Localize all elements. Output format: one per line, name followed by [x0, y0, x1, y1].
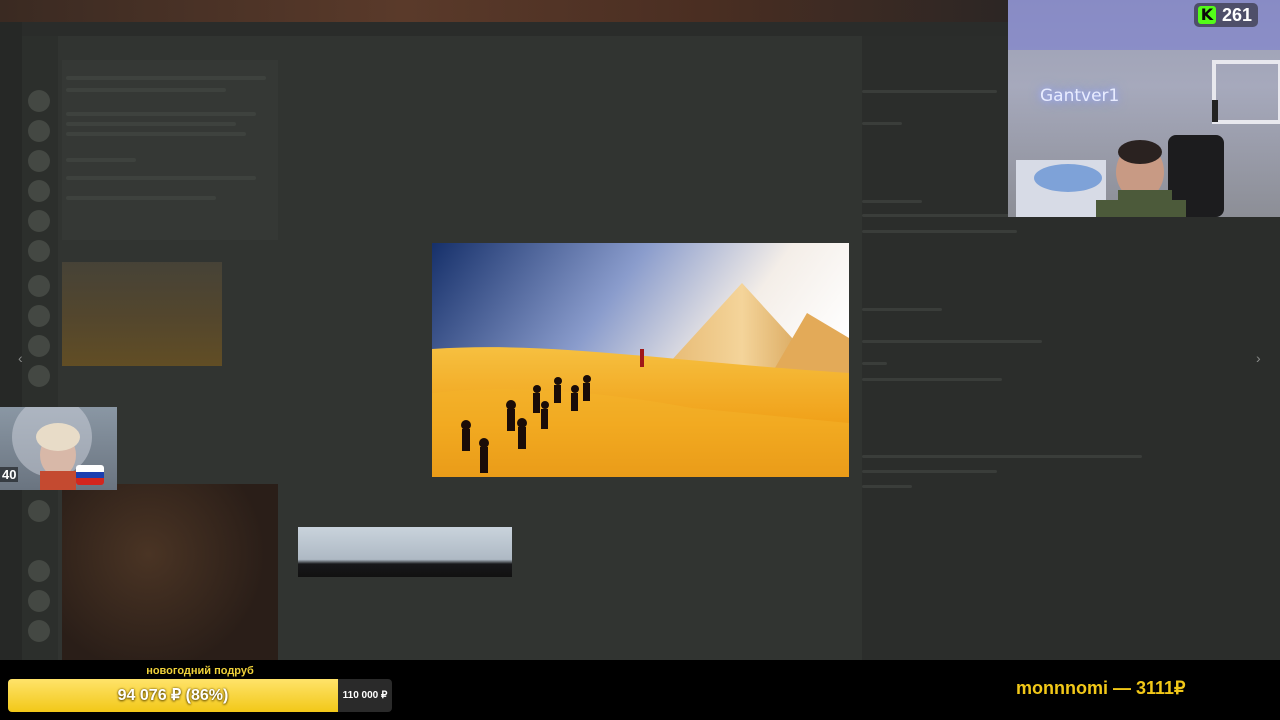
- comment-line: [862, 214, 1012, 217]
- donation-goal-current: 94 076 ₽ (86%): [117, 687, 229, 704]
- viewer-count: 261: [1222, 5, 1253, 25]
- feed-text-line: [66, 158, 136, 162]
- browser-top-strip: [0, 0, 1008, 22]
- avatar[interactable]: [28, 275, 50, 297]
- chevron-right-icon[interactable]: ›: [1256, 350, 1261, 366]
- feed-text-line: [66, 76, 266, 80]
- avatar[interactable]: [28, 120, 50, 142]
- comment-line: [862, 340, 1042, 343]
- feed-post: [62, 60, 278, 240]
- avatar[interactable]: [28, 180, 50, 202]
- comment-line: [862, 90, 997, 93]
- avatar[interactable]: [28, 335, 50, 357]
- viewer-count-badge: 261: [1194, 3, 1259, 27]
- avatar[interactable]: [28, 150, 50, 172]
- streamer-webcam: [1008, 0, 1280, 217]
- avatar[interactable]: [28, 305, 50, 327]
- donation-goal-target: 110 000 ₽: [342, 690, 388, 701]
- comment-line: [862, 485, 912, 488]
- chevron-left-icon[interactable]: ‹: [18, 350, 23, 366]
- comment-line: [862, 378, 1002, 381]
- neon-sign-text: Gantver1: [1040, 86, 1120, 106]
- avatar[interactable]: [28, 560, 50, 582]
- avatar[interactable]: [28, 210, 50, 232]
- feed-text-line: [66, 176, 256, 180]
- avatar[interactable]: [28, 620, 50, 642]
- comment-line: [862, 308, 942, 311]
- comment-line: [862, 200, 922, 203]
- snow-thumbnail-image[interactable]: [298, 527, 512, 577]
- donor-ticker: monnnomi — 3111₽: [1016, 678, 1186, 698]
- donation-goal-title: новогодний подруб: [146, 665, 254, 677]
- avatar[interactable]: [28, 365, 50, 387]
- guest-cam-number: 40: [0, 467, 19, 482]
- kick-logo-icon: [1198, 6, 1216, 24]
- comment-line: [862, 455, 1142, 458]
- feed-reaction-line: [66, 196, 216, 200]
- feed-text-line: [66, 132, 246, 136]
- feed-pyramid-thumbnail[interactable]: [62, 262, 222, 366]
- feed-holiday-image[interactable]: [62, 484, 278, 660]
- feed-text-line: [66, 88, 226, 92]
- feed-text-line: [66, 112, 256, 116]
- russia-flag-icon: [76, 465, 104, 485]
- left-rail: [0, 22, 22, 660]
- pyramids-desert-image[interactable]: [432, 243, 849, 477]
- avatar[interactable]: [28, 90, 50, 112]
- comment-line: [862, 230, 1017, 233]
- avatar[interactable]: [28, 590, 50, 612]
- comment-line: [862, 122, 902, 125]
- comment-line: [862, 362, 887, 365]
- comment-line: [862, 470, 997, 473]
- avatar[interactable]: [28, 500, 50, 522]
- avatar[interactable]: [28, 240, 50, 262]
- feed-text-line: [66, 122, 236, 126]
